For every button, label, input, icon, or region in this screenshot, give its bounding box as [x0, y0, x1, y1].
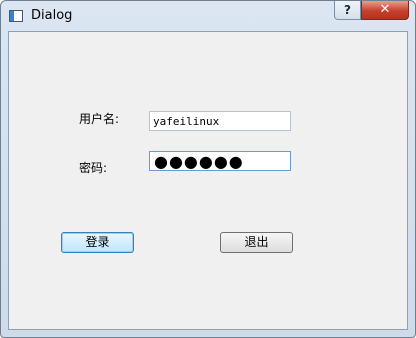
app-window-icon [9, 10, 23, 22]
password-masked-value: ●●●●●● [154, 152, 244, 171]
window-title: Dialog [31, 8, 73, 23]
close-button[interactable]: ✕ [361, 1, 409, 20]
title-bar[interactable]: Dialog ? ✕ [1, 1, 415, 31]
dialog-client-area: 用户名: yafeilinux 密码: ●●●●●● 登录 退出 [8, 31, 408, 330]
exit-button[interactable]: 退出 [220, 232, 293, 253]
username-value: yafeilinux [153, 115, 220, 128]
help-button[interactable]: ? [334, 1, 361, 20]
dialog-window: Dialog ? ✕ 用户名: yafeilinux 密码: ●●●●●● 登录… [0, 0, 416, 338]
password-field[interactable]: ●●●●●● [149, 151, 291, 171]
username-label: 用户名: [79, 112, 120, 126]
username-field[interactable]: yafeilinux [149, 111, 291, 131]
login-button[interactable]: 登录 [61, 232, 134, 253]
password-label: 密码: [79, 161, 108, 175]
